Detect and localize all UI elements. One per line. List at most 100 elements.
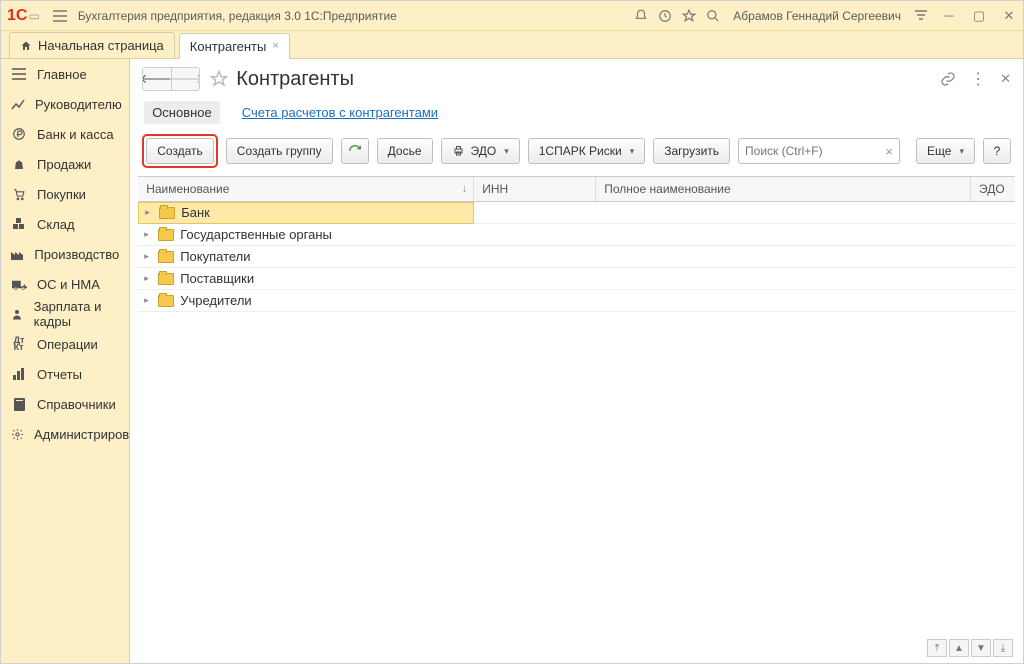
col-inn-label: ИНН [482, 182, 508, 196]
sidebar-item-assets[interactable]: ОС и НМА [1, 269, 129, 299]
sidebar-item-references[interactable]: Справочники [1, 389, 129, 419]
col-fullname[interactable]: Полное наименование [596, 177, 971, 201]
sidebar-label: Покупки [37, 187, 86, 202]
col-name[interactable]: Наименование↓ [138, 177, 474, 201]
search-box: × [738, 138, 900, 164]
refresh-button[interactable] [341, 138, 369, 164]
filter-icon[interactable] [909, 4, 933, 28]
row-name: Государственные органы [180, 227, 332, 242]
table-rows: ▸ Банк ▸ Государственные органы ▸ Покупател… [138, 202, 1015, 312]
sidebar-label: Банк и касса [37, 127, 114, 142]
sidebar-item-hr[interactable]: Зарплата и кадры [1, 299, 129, 329]
sidebar-item-purchases[interactable]: Покупки [1, 179, 129, 209]
sidebar-item-main[interactable]: Главное [1, 59, 129, 89]
subtab-main[interactable]: Основное [144, 101, 220, 124]
nav-first-button[interactable]: ⤒ [927, 639, 947, 657]
star-icon[interactable] [677, 4, 701, 28]
expand-icon[interactable]: ▸ [144, 295, 152, 306]
sidebar-label: Продажи [37, 157, 91, 172]
sidebar-item-bank[interactable]: Банк и касса [1, 119, 129, 149]
expand-icon[interactable]: ▸ [144, 251, 152, 262]
row-name: Покупатели [180, 249, 250, 264]
help-button[interactable]: ? [983, 138, 1011, 164]
help-label: ? [994, 144, 1001, 158]
table-row[interactable]: ▸ Государственные органы [138, 224, 1015, 246]
sidebar-label: Главное [37, 67, 87, 82]
expand-icon[interactable]: ▸ [144, 273, 152, 284]
col-inn[interactable]: ИНН [474, 177, 596, 201]
edo-button[interactable]: ЭДО▾ [441, 138, 520, 164]
close-window-button[interactable]: ✕ [1001, 8, 1017, 24]
favorite-star-icon[interactable] [208, 68, 230, 90]
expand-icon[interactable]: ▸ [144, 229, 152, 240]
cart-icon [11, 186, 27, 202]
search-clear-icon[interactable]: × [879, 144, 899, 159]
maximize-button[interactable]: ▢ [971, 8, 987, 24]
sidebar: Главное Руководителю Банк и касса Продаж… [1, 59, 130, 663]
create-button[interactable]: Создать [146, 138, 214, 164]
nav-last-button[interactable]: ⤓ [993, 639, 1013, 657]
toolbar: Создать Создать группу Досье ЭДО▾ 1СПАРК… [130, 134, 1023, 176]
subtab-accounts[interactable]: Счета расчетов с контрагентами [240, 101, 440, 124]
history-icon[interactable] [653, 4, 677, 28]
app-logo: 1C▭ [7, 7, 40, 25]
sidebar-label: Производство [34, 247, 119, 262]
footer-nav: ⤒ ▲ ▼ ⤓ [927, 639, 1013, 657]
minimize-button[interactable]: ─ [941, 8, 957, 24]
sidebar-label: ОС и НМА [37, 277, 100, 292]
tab-close-icon[interactable]: × [272, 40, 278, 52]
nav-forward-button[interactable]: 🡒 [171, 68, 199, 90]
sidebar-label: Операции [37, 337, 98, 352]
create-highlight: Создать [142, 134, 218, 168]
sidebar-item-manager[interactable]: Руководителю [1, 89, 129, 119]
user-name[interactable]: Абрамов Геннадий Сергеевич [733, 9, 901, 23]
dossier-button[interactable]: Досье [377, 138, 433, 164]
sidebar-item-operations[interactable]: ДтКт Операции [1, 329, 129, 359]
search-input[interactable] [739, 140, 879, 162]
sidebar-item-warehouse[interactable]: Склад [1, 209, 129, 239]
sidebar-label: Склад [37, 217, 75, 232]
create-group-button[interactable]: Создать группу [226, 138, 333, 164]
folder-icon [158, 295, 174, 307]
tab-contragents[interactable]: Контрагенты × [179, 33, 290, 59]
spark-label: 1СПАРК Риски [539, 144, 622, 158]
tab-home-label: Начальная страница [38, 38, 164, 53]
folder-icon [158, 251, 174, 263]
table-row[interactable]: ▸ Учредители [138, 290, 1015, 312]
col-edo[interactable]: ЭДО [971, 177, 1015, 201]
tab-home[interactable]: Начальная страница [9, 32, 175, 58]
sidebar-item-production[interactable]: Производство [1, 239, 129, 269]
search-icon[interactable] [701, 4, 725, 28]
load-label: Загрузить [664, 144, 719, 158]
table-row[interactable]: ▸Поставщики [138, 268, 1015, 290]
table-row[interactable]: ▸ Банк [138, 202, 1015, 224]
printer-icon [452, 145, 465, 157]
spark-button[interactable]: 1СПАРК Риски▾ [528, 138, 646, 164]
sidebar-label: Отчеты [37, 367, 82, 382]
sidebar-label: Зарплата и кадры [34, 299, 120, 329]
bell-icon[interactable] [629, 4, 653, 28]
nav-back-button[interactable]: 🡐 [143, 68, 171, 90]
close-page-icon[interactable]: ✕ [1000, 71, 1011, 87]
expand-icon[interactable]: ▸ [145, 207, 153, 218]
folder-icon [158, 229, 174, 241]
row-name: Банк [181, 205, 210, 220]
gear-icon [11, 426, 24, 442]
kebab-icon[interactable]: ⋮ [970, 69, 986, 89]
nav-up-button[interactable]: ▲ [949, 639, 969, 657]
more-button[interactable]: Еще▾ [916, 138, 975, 164]
home-icon [20, 40, 32, 52]
create-group-label: Создать группу [237, 144, 322, 158]
link-icon[interactable] [940, 71, 956, 87]
sidebar-item-admin[interactable]: Администрирование [1, 419, 129, 449]
factory-icon [11, 246, 24, 262]
nav-down-button[interactable]: ▼ [971, 639, 991, 657]
hamburger-icon[interactable] [48, 4, 72, 28]
load-button[interactable]: Загрузить [653, 138, 730, 164]
row-name: Учредители [180, 293, 252, 308]
sidebar-item-reports[interactable]: Отчеты [1, 359, 129, 389]
tab-contragents-label: Контрагенты [190, 39, 267, 54]
sidebar-item-sales[interactable]: Продажи [1, 149, 129, 179]
bag-icon [11, 156, 27, 172]
table-row[interactable]: ▸ Покупатели [138, 246, 1015, 268]
